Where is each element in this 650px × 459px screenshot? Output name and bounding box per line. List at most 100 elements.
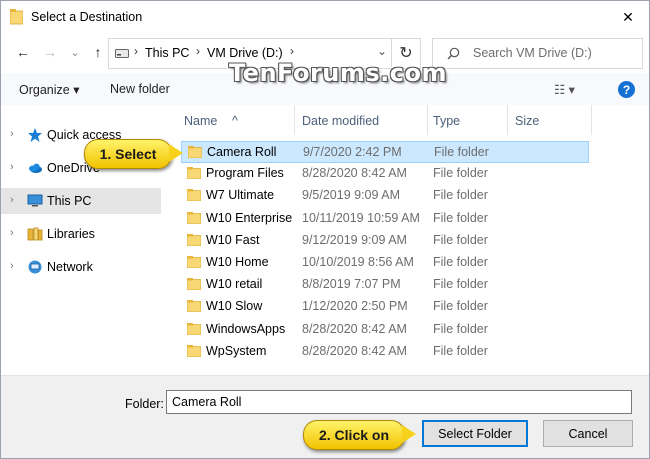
file-name: WindowsApps [206, 321, 286, 336]
breadcrumb-separator: › [196, 44, 200, 58]
file-type: File folder [433, 343, 488, 358]
search-input[interactable]: Search VM Drive (D:) [432, 38, 643, 69]
close-icon: ✕ [622, 8, 634, 25]
sort-ascending-icon: ^ [232, 114, 238, 128]
file-type: File folder [433, 277, 488, 292]
folder-icon [187, 211, 201, 224]
file-name: W10 Home [206, 255, 269, 269]
select-destination-dialog: Select a Destination ✕ ← → ⌄ ↑ › This PC… [0, 0, 650, 459]
file-row[interactable]: W10 Fast 9/12/2019 9:09 AM File folder [181, 230, 589, 252]
file-date-modified: 8/28/2020 8:42 AM [302, 321, 407, 336]
column-header-row: ^ Name Date modified Type Size [171, 105, 649, 135]
column-size[interactable]: Size [515, 114, 539, 128]
nav-item-network[interactable]: › Network [1, 254, 161, 280]
folder-icon [187, 278, 201, 291]
address-dropdown-icon[interactable]: ⌄ [377, 44, 387, 58]
file-row[interactable]: Camera Roll 9/7/2020 2:42 PM File folder [181, 141, 589, 163]
file-row[interactable]: W10 Enterprise 10/11/2019 10:59 AM File fo… [181, 208, 589, 230]
recent-locations-button[interactable]: ⌄ [67, 44, 83, 60]
file-type: File folder [433, 166, 488, 181]
nav-item-this-pc[interactable]: › This PC [1, 188, 161, 214]
file-type: File folder [433, 255, 488, 269]
view-options-button[interactable]: ☷ ▾ [554, 82, 575, 97]
folder-icon [188, 146, 202, 158]
callout-pointer [402, 425, 416, 443]
drive-icon [115, 49, 129, 58]
back-button[interactable]: ← [15, 44, 31, 60]
callout-step-1: 1. Select [84, 139, 172, 169]
chevron-right-icon: › [10, 128, 14, 140]
nav-item-libraries[interactable]: › Libraries [1, 221, 161, 247]
file-name: W10 Enterprise [206, 210, 293, 225]
file-date-modified: 8/28/2020 8:42 AM [302, 343, 407, 358]
breadcrumb-separator: › [134, 44, 138, 58]
chevron-right-icon: › [10, 161, 14, 173]
chevron-right-icon: › [10, 194, 14, 206]
file-row[interactable]: W10 Slow 1/12/2020 2:50 PM File folder [181, 296, 589, 318]
file-date-modified: 10/11/2019 10:59 AM [302, 210, 420, 225]
file-type: File folder [433, 232, 488, 247]
folder-icon [187, 233, 201, 246]
organize-button[interactable]: Organize ▾ [19, 82, 79, 97]
help-icon: ? [622, 82, 631, 97]
file-row[interactable]: WindowsApps 8/28/2020 8:42 AM File folder [181, 319, 589, 341]
file-date-modified: 9/12/2019 9:09 AM [302, 232, 407, 247]
libraries-icon [27, 227, 43, 241]
search-icon [447, 47, 460, 60]
window-title: Select a Destination [31, 10, 143, 24]
forward-arrow-icon: → [43, 44, 57, 60]
file-name: WpSystem [206, 343, 267, 358]
file-list: ^ Name Date modified Type Size Camera Ro… [171, 105, 649, 375]
chevron-right-icon: › [10, 260, 14, 272]
watermark-logo: TenForums.com [229, 59, 448, 87]
file-row[interactable]: W10 Home 10/10/2019 8:56 AM File folder [181, 252, 589, 274]
network-icon [28, 260, 42, 274]
file-date-modified: 10/10/2019 8:56 AM [302, 255, 414, 269]
breadcrumb-this-pc[interactable]: This PC [145, 46, 189, 60]
close-button[interactable]: ✕ [607, 1, 649, 33]
callout-step-2: 2. Click on [303, 420, 405, 450]
star-icon [28, 128, 42, 142]
file-date-modified: 9/5/2019 9:09 AM [302, 188, 400, 203]
column-name[interactable]: Name [184, 114, 217, 128]
help-button[interactable]: ? [618, 81, 635, 98]
column-divider[interactable] [294, 105, 295, 135]
column-date-modified[interactable]: Date modified [302, 114, 379, 128]
folder-icon [187, 189, 201, 202]
folder-icon [10, 9, 23, 25]
cancel-button[interactable]: Cancel [543, 420, 633, 447]
chevron-right-icon: › [10, 227, 14, 239]
forward-button[interactable]: → [42, 44, 58, 60]
new-folder-button[interactable]: New folder [110, 82, 170, 96]
up-button[interactable]: ↑ [90, 44, 106, 60]
file-name: W10 Fast [206, 232, 260, 247]
column-divider[interactable] [507, 105, 508, 135]
folder-name-field[interactable]: Camera Roll [166, 390, 632, 414]
file-type: File folder [434, 145, 489, 159]
file-date-modified: 9/7/2020 2:42 PM [303, 145, 402, 159]
select-folder-button[interactable]: Select Folder [422, 420, 528, 447]
file-name: W10 retail [206, 277, 263, 292]
folder-icon [187, 300, 201, 313]
file-name: W7 Ultimate [206, 188, 275, 203]
folder-icon [187, 167, 201, 180]
breadcrumb-separator: › [290, 44, 294, 58]
breadcrumb-vm-drive[interactable]: VM Drive (D:) [207, 46, 283, 60]
file-row[interactable]: Program Files 8/28/2020 8:42 AM File folde… [181, 163, 589, 185]
folder-icon [187, 256, 201, 268]
file-row[interactable]: W10 retail 8/8/2019 7:07 PM File folder [181, 274, 589, 296]
chevron-down-icon: ⌄ [70, 46, 80, 59]
file-row[interactable]: W7 Ultimate 9/5/2019 9:09 AM File folder [181, 185, 589, 207]
folder-label: Folder: [125, 397, 164, 411]
title-bar: Select a Destination ✕ [1, 1, 649, 33]
file-type: File folder [433, 299, 488, 314]
column-type[interactable]: Type [433, 114, 460, 128]
file-row[interactable]: WpSystem 8/28/2020 8:42 AM File folder [181, 341, 589, 363]
folder-icon [187, 322, 201, 335]
file-type: File folder [433, 210, 488, 225]
search-placeholder: Search VM Drive (D:) [473, 46, 592, 60]
nav-item-label: This PC [47, 194, 92, 208]
column-divider[interactable] [427, 105, 428, 135]
column-divider[interactable] [591, 105, 592, 135]
file-name: W10 Slow [206, 299, 263, 314]
